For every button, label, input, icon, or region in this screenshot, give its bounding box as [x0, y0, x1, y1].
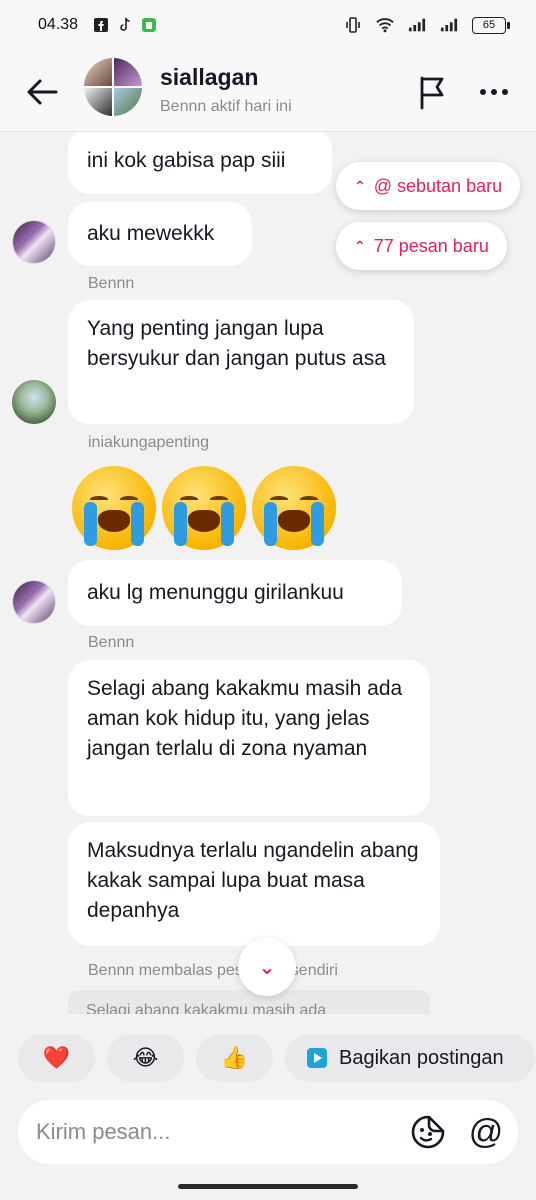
- message-text: Selagi abang kakakmu masih ada aman kok …: [87, 677, 403, 760]
- reply-quote[interactable]: Selagi abang kakakmu masih ada: [68, 990, 430, 1014]
- wifi-icon: [376, 16, 394, 34]
- facebook-icon: [92, 16, 110, 34]
- share-post-label: Bagikan postingan: [339, 1046, 504, 1069]
- home-indicator: [178, 1184, 358, 1189]
- quick-reply-laugh[interactable]: 😂: [107, 1034, 184, 1082]
- back-button[interactable]: [22, 72, 62, 112]
- quick-reply-thumbs-up[interactable]: 👍: [196, 1034, 273, 1082]
- message-bubble[interactable]: ini kok gabisa pap siii: [68, 132, 332, 194]
- notification-app-icon: [140, 16, 158, 34]
- new-messages-pill[interactable]: ⌃ 77 pesan baru: [336, 222, 507, 270]
- vibrate-icon: [344, 16, 362, 34]
- mention-button[interactable]: @: [468, 1114, 504, 1150]
- chevron-up-double-icon: ⌃: [354, 237, 366, 254]
- sender-name: iniakungapenting: [88, 434, 209, 451]
- message-bubble[interactable]: aku lg menunggu girilankuu: [68, 560, 402, 626]
- flag-icon: [420, 76, 444, 110]
- more-horizontal-icon: [480, 89, 508, 95]
- message-bubble[interactable]: Maksudnya terlalu ngandelin abang kakak …: [68, 822, 440, 946]
- quick-reply-bar: ❤️ 😂 👍 Bagikan postingan: [18, 1034, 535, 1082]
- new-mentions-label: @ sebutan baru: [373, 175, 503, 196]
- loudly-crying-face-icon: [252, 466, 336, 550]
- chat-title[interactable]: siallagan: [160, 64, 258, 91]
- avatar-tile: [84, 88, 112, 116]
- message-bubble[interactable]: aku mewekkk: [68, 202, 252, 266]
- report-button[interactable]: [414, 72, 454, 112]
- message-text: aku mewekkk: [87, 222, 215, 245]
- chat-header: siallagan Bennn aktif hari ini: [0, 50, 536, 132]
- loudly-crying-face-icon: [162, 466, 246, 550]
- message-text: Yang penting jangan lupa bersyukur dan j…: [87, 317, 386, 370]
- avatar-tile: [114, 88, 142, 116]
- message-text: aku lg menunggu girilankuu: [87, 581, 344, 604]
- signal-icon-1: [408, 16, 426, 34]
- signal-icon-2: [440, 16, 458, 34]
- emoji-message[interactable]: [72, 466, 336, 550]
- new-mentions-pill[interactable]: ⌃ @ sebutan baru: [336, 162, 521, 210]
- scroll-to-bottom-button[interactable]: ⌄: [238, 938, 296, 996]
- chevron-down-double-icon: ⌄: [258, 956, 276, 979]
- group-avatar[interactable]: [84, 58, 142, 116]
- tiktok-icon: [116, 16, 134, 34]
- reply-label: Bennn membalas pesannya sendiri: [88, 962, 338, 979]
- at-sign-icon: @: [468, 1113, 504, 1151]
- quick-reply-heart[interactable]: ❤️: [18, 1034, 95, 1082]
- loudly-crying-face-icon: [72, 466, 156, 550]
- chat-subtitle: Bennn aktif hari ini: [160, 98, 292, 115]
- avatar[interactable]: [12, 380, 56, 424]
- avatar-tile: [84, 58, 112, 86]
- share-post-button[interactable]: Bagikan postingan: [285, 1034, 535, 1082]
- chevron-up-double-icon: ⌃: [354, 177, 366, 194]
- message-text: Maksudnya terlalu ngandelin abang kakak …: [87, 839, 419, 922]
- message-bubble[interactable]: Selagi abang kakakmu masih ada aman kok …: [68, 660, 430, 816]
- more-options-button[interactable]: [474, 72, 514, 112]
- battery-indicator: 65: [472, 16, 510, 34]
- status-bar: 04.38 65: [0, 0, 536, 50]
- avatar[interactable]: [12, 220, 56, 264]
- arrow-left-icon: [27, 79, 58, 105]
- sticker-icon: [411, 1115, 445, 1149]
- play-square-icon: [307, 1048, 327, 1068]
- message-composer: @: [18, 1100, 518, 1164]
- status-time: 04.38: [38, 16, 79, 33]
- message-bubble[interactable]: Yang penting jangan lupa bersyukur dan j…: [68, 300, 414, 424]
- avatar[interactable]: [12, 580, 56, 624]
- avatar-tile: [114, 58, 142, 86]
- sender-name: Bennn: [88, 634, 135, 651]
- sticker-button[interactable]: [410, 1114, 446, 1150]
- sender-name: Bennn: [88, 275, 135, 292]
- message-input[interactable]: [36, 1119, 396, 1145]
- message-text: ini kok gabisa pap siii: [87, 149, 286, 172]
- new-messages-label: 77 pesan baru: [373, 235, 489, 256]
